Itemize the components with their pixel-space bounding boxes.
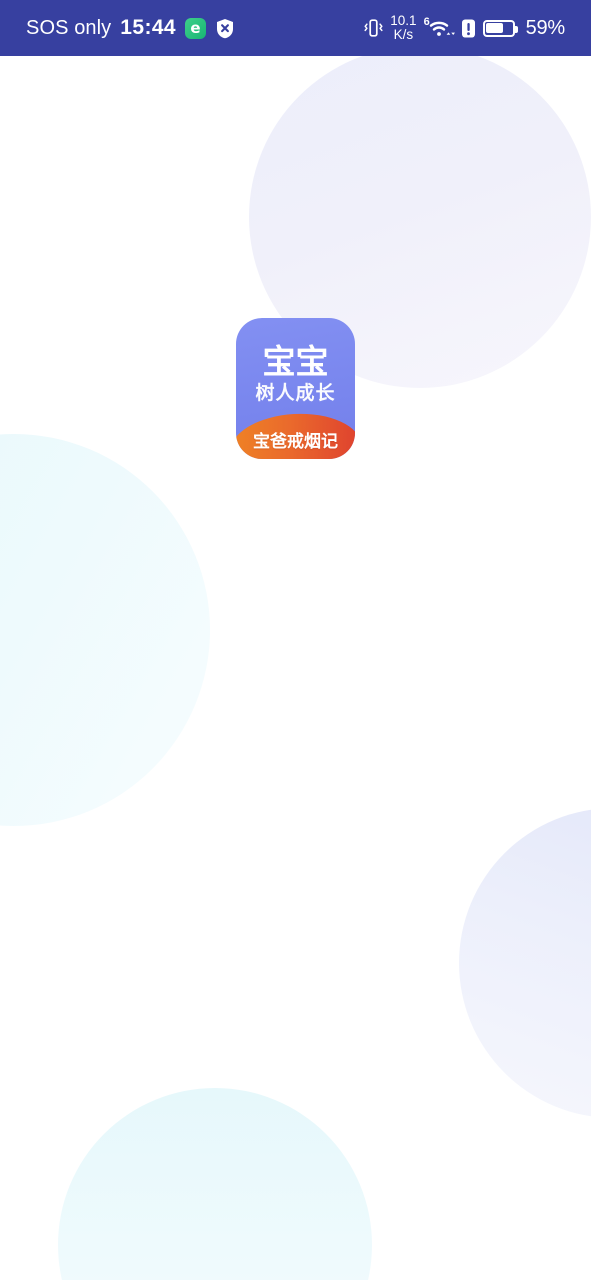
clock-label: 15:44: [120, 16, 177, 39]
decor-blob-bottom: [58, 1088, 372, 1280]
vibrate-icon: [364, 17, 383, 39]
network-speed-unit: K/s: [393, 27, 414, 42]
battery-icon: [482, 19, 518, 37]
warning-icon: [461, 18, 476, 39]
battery-fill: [486, 23, 504, 33]
phone-screen: SOS only 15:44 e 10.1 K/s 6 59% 宝宝 树人成长 …: [0, 0, 591, 1280]
battery-percent-label: 59%: [525, 16, 566, 39]
decor-blob-left: [0, 434, 210, 826]
decor-blob-bottom-right: [459, 808, 591, 1118]
app-logo-title: 宝宝: [262, 342, 329, 381]
green-browser-icon: e: [185, 17, 207, 39]
carrier-label: SOS only: [26, 16, 112, 39]
green-browser-icon-glyph: e: [190, 18, 201, 37]
status-bar-left: SOS only 15:44 e: [26, 16, 235, 40]
network-speed-indicator: 10.1 K/s: [390, 14, 416, 42]
status-bar: SOS only 15:44 e 10.1 K/s 6 59%: [0, 0, 591, 56]
status-bar-right: 10.1 K/s 6 59%: [364, 14, 565, 42]
app-logo: 宝宝 树人成长 宝爸戒烟记: [236, 318, 355, 459]
app-logo-banner-text: 宝爸戒烟记: [253, 432, 338, 452]
wifi-icon: 6: [424, 16, 455, 39]
shield-x-icon: [215, 18, 235, 39]
network-speed-value: 10.1: [390, 13, 417, 29]
app-logo-subtitle: 树人成长: [255, 382, 336, 404]
